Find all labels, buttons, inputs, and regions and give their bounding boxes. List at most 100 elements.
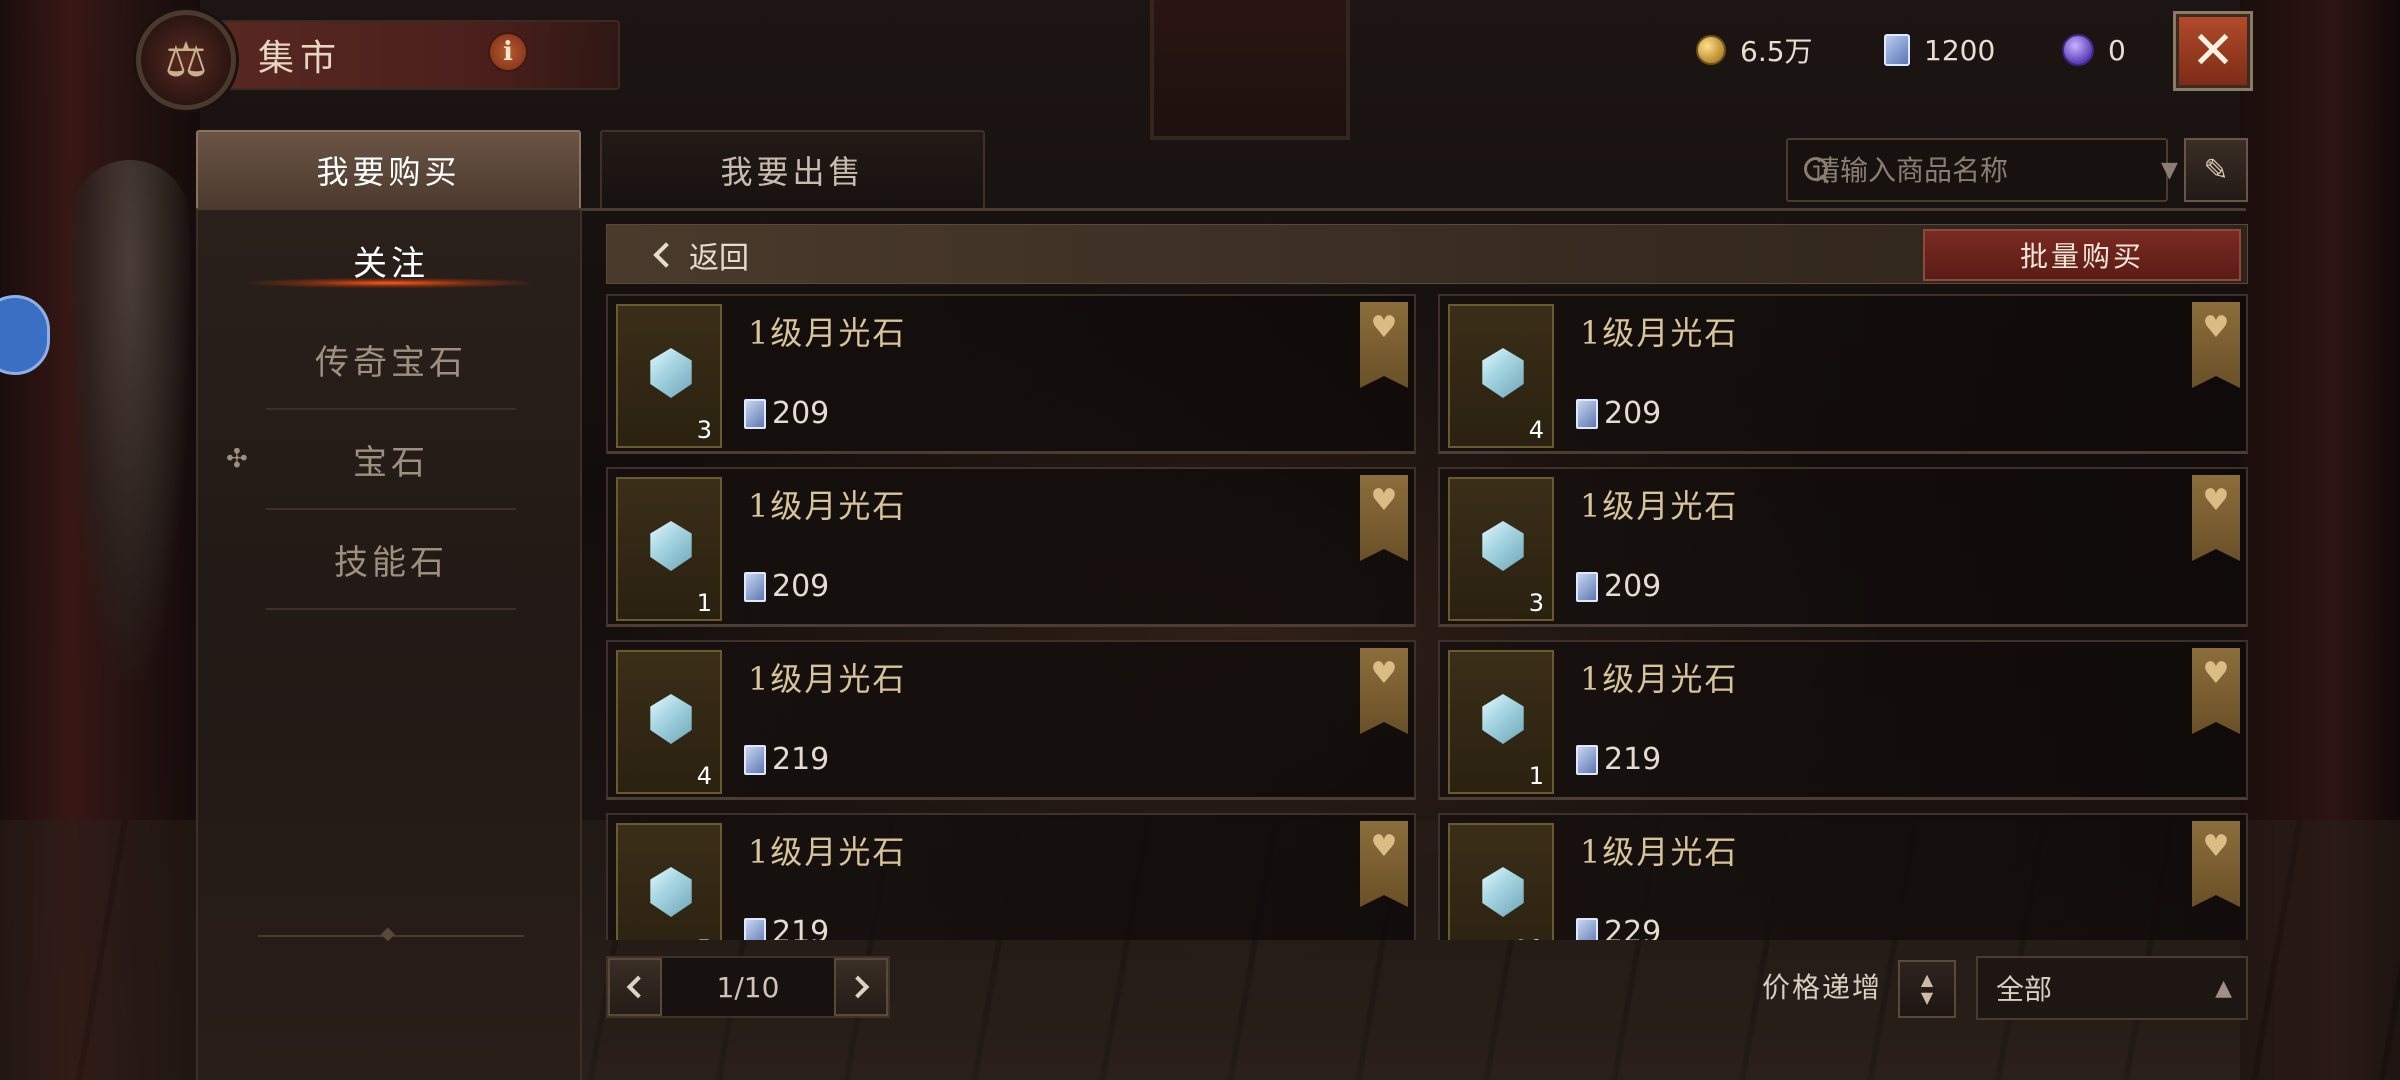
item-price: 219 bbox=[744, 742, 829, 777]
tab-sell[interactable]: 我要出售 bbox=[600, 130, 985, 210]
item-price-value: 219 bbox=[1604, 742, 1662, 777]
sidebar-item-label: 技能石 bbox=[334, 542, 448, 583]
crystal-icon bbox=[744, 917, 766, 940]
listing-card[interactable]: 4 1级月光石 219 ♥ bbox=[606, 640, 1416, 800]
item-slot: 4 bbox=[1448, 304, 1554, 448]
gold-coin-icon bbox=[1696, 35, 1726, 65]
listing-card[interactable]: 10 1级月光石 229 ♥ bbox=[1438, 813, 2248, 940]
prev-page-button[interactable] bbox=[608, 958, 662, 1016]
item-price-value: 209 bbox=[772, 569, 830, 604]
moonstone-gem-icon bbox=[1482, 867, 1524, 917]
purple-orb-icon bbox=[2062, 34, 2094, 66]
pagination: 1/10 bbox=[606, 956, 890, 1018]
favorite-heart-icon[interactable]: ♥ bbox=[1360, 821, 1408, 907]
item-quantity: 10 bbox=[1513, 935, 1544, 940]
chevron-left-icon bbox=[626, 975, 650, 999]
favorite-heart-icon[interactable]: ♥ bbox=[2192, 821, 2240, 907]
moonstone-gem-icon bbox=[1482, 521, 1524, 571]
crystal-icon bbox=[1576, 571, 1598, 602]
listing-grid: 3 1级月光石 209 ♥ 4 1级月光石 209 ♥ 1 1级月光石 209 … bbox=[606, 294, 2248, 940]
sort-down-icon: ▼ bbox=[1920, 988, 1934, 1007]
tab-buy[interactable]: 我要购买 bbox=[196, 130, 581, 210]
item-name: 1级月光石 bbox=[1580, 314, 1739, 352]
item-slot: 5 bbox=[616, 823, 722, 940]
item-slot: 4 bbox=[616, 650, 722, 794]
moonstone-gem-icon bbox=[650, 867, 692, 917]
currency-crystal-value: 1200 bbox=[1924, 33, 1996, 67]
item-quantity: 3 bbox=[1528, 589, 1544, 617]
sort-toggle-button[interactable]: ▲ ▼ bbox=[1898, 960, 1956, 1018]
favorite-heart-icon[interactable]: ♥ bbox=[2192, 302, 2240, 388]
crystal-icon bbox=[1576, 917, 1598, 940]
search-box[interactable]: ▼ bbox=[1786, 138, 2178, 202]
sidebar-item-skill-stones[interactable]: 技能石 bbox=[266, 510, 516, 610]
item-price: 219 bbox=[744, 915, 829, 940]
close-icon: ✕ bbox=[2191, 21, 2235, 81]
market-title-bar: 集市 bbox=[190, 20, 620, 90]
page-indicator: 1/10 bbox=[716, 970, 780, 1004]
sidebar-item-label: 传奇宝石 bbox=[315, 342, 467, 383]
dropdown-arrow-icon[interactable]: ▼ bbox=[2161, 158, 2178, 183]
item-slot: 1 bbox=[616, 477, 722, 621]
item-price-value: 209 bbox=[1604, 569, 1662, 604]
sidebar-ornament bbox=[258, 923, 524, 944]
scales-emblem-icon: ⚖ bbox=[136, 10, 236, 110]
moonstone-gem-icon bbox=[650, 521, 692, 571]
item-price: 209 bbox=[744, 569, 829, 604]
crystal-icon bbox=[1884, 34, 1910, 66]
edit-button[interactable]: ✎ bbox=[2184, 138, 2248, 202]
dropdown-arrow-icon: ▲ bbox=[2215, 975, 2232, 1001]
item-name: 1级月光石 bbox=[1580, 833, 1739, 871]
close-button[interactable]: ✕ bbox=[2176, 14, 2250, 88]
sort-label: 价格递增 bbox=[1762, 971, 1883, 1004]
item-name: 1级月光石 bbox=[748, 314, 907, 352]
moonstone-gem-icon bbox=[1482, 348, 1524, 398]
currency-crystal: 1200 bbox=[1884, 28, 1995, 72]
item-price: 219 bbox=[1576, 742, 1661, 777]
item-name: 1级月光石 bbox=[748, 487, 907, 525]
sidebar-item-follow[interactable]: 关注 bbox=[266, 210, 516, 310]
item-quantity: 3 bbox=[696, 416, 712, 444]
item-quantity: 4 bbox=[1528, 416, 1544, 444]
item-price-value: 219 bbox=[772, 915, 830, 940]
listing-card[interactable]: 3 1级月光石 209 ♥ bbox=[1438, 467, 2248, 627]
info-icon[interactable]: i bbox=[488, 32, 528, 72]
currency-gold: 6.5万 bbox=[1696, 28, 1813, 72]
item-price-value: 209 bbox=[772, 396, 830, 431]
currency-orb-value: 0 bbox=[2108, 33, 2126, 67]
category-sidebar: 关注 传奇宝石 ✣ 宝石 技能石 bbox=[196, 210, 582, 1080]
favorite-heart-icon[interactable]: ♥ bbox=[1360, 302, 1408, 388]
favorite-heart-icon[interactable]: ♥ bbox=[1360, 648, 1408, 734]
item-quantity: 4 bbox=[696, 762, 712, 790]
item-quantity: 1 bbox=[696, 589, 712, 617]
moonstone-gem-icon bbox=[1482, 694, 1524, 744]
crystal-icon bbox=[1576, 744, 1598, 775]
listing-card[interactable]: 1 1级月光石 209 ♥ bbox=[606, 467, 1416, 627]
search-input[interactable] bbox=[1812, 153, 2161, 187]
item-price: 209 bbox=[1576, 569, 1661, 604]
next-page-button[interactable] bbox=[834, 958, 888, 1016]
favorite-heart-icon[interactable]: ♥ bbox=[2192, 648, 2240, 734]
item-price-value: 209 bbox=[1604, 396, 1662, 431]
bulk-buy-button[interactable]: 批量购买 bbox=[1923, 229, 2241, 281]
listing-card[interactable]: 3 1级月光石 209 ♥ bbox=[606, 294, 1416, 454]
sidebar-item-gems[interactable]: ✣ 宝石 bbox=[226, 410, 516, 510]
chevron-right-icon bbox=[846, 975, 870, 999]
favorite-heart-icon[interactable]: ♥ bbox=[2192, 475, 2240, 561]
moonstone-gem-icon bbox=[650, 348, 692, 398]
sidebar-item-legendary-gems[interactable]: 传奇宝石 bbox=[266, 310, 516, 410]
moonstone-gem-icon bbox=[650, 694, 692, 744]
item-price-value: 219 bbox=[772, 742, 830, 777]
back-button[interactable]: 返回 bbox=[653, 225, 749, 285]
listing-card[interactable]: 5 1级月光石 219 ♥ bbox=[606, 813, 1416, 940]
item-price-value: 229 bbox=[1604, 915, 1662, 940]
listing-card[interactable]: 4 1级月光石 209 ♥ bbox=[1438, 294, 2248, 454]
item-price: 209 bbox=[1576, 396, 1661, 431]
filter-dropdown[interactable]: 全部 ▲ bbox=[1976, 956, 2248, 1020]
favorite-heart-icon[interactable]: ♥ bbox=[1360, 475, 1408, 561]
item-slot: 10 bbox=[1448, 823, 1554, 940]
item-name: 1级月光石 bbox=[748, 660, 907, 698]
listing-card[interactable]: 1 1级月光石 219 ♥ bbox=[1438, 640, 2248, 800]
edit-icon: ✎ bbox=[2203, 152, 2229, 188]
item-slot: 3 bbox=[616, 304, 722, 448]
